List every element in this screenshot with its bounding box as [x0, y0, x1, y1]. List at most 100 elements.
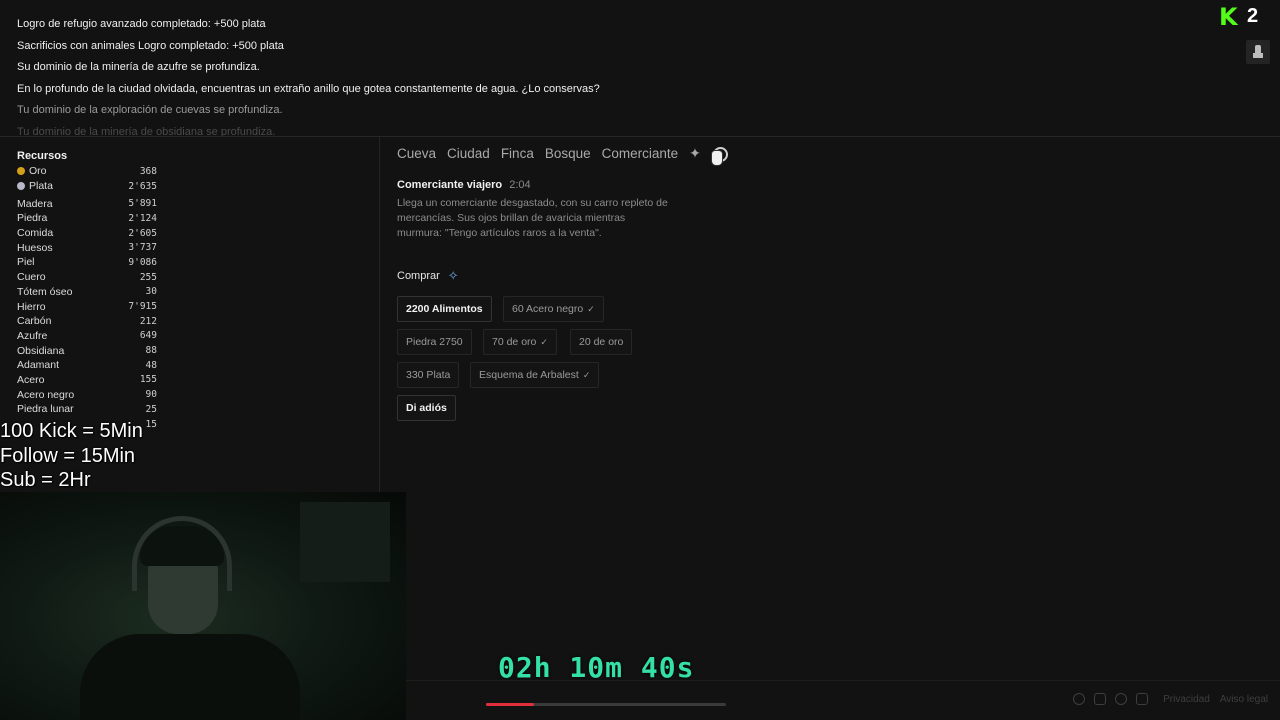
resource-row: Piedra lunar 25: [17, 402, 157, 417]
log-line: Su dominio de la minería de azufre se pr…: [17, 61, 260, 74]
log-line: Logro de refugio avanzado completado: +5…: [17, 18, 266, 30]
resources-panel: Recursos Oro 368 Plata 2'635 Madera 5'891 Pie…: [17, 148, 157, 431]
timer-progress-bar: [486, 703, 726, 706]
privacy-link[interactable]: Privacidad: [1163, 694, 1210, 705]
tab-bosque[interactable]: Bosque: [545, 146, 591, 161]
resource-value: 9'086: [128, 256, 157, 268]
currency-row: Oro 368: [17, 164, 157, 179]
overlay-line: Follow = 15Min: [0, 444, 136, 467]
resource-value: 30: [145, 286, 157, 298]
resource-row: Huesos 3'737: [17, 240, 157, 255]
resource-row: Hierro 7'915: [17, 299, 157, 314]
buy-food-button[interactable]: 2200 Alimentos: [397, 296, 492, 322]
currency-list: Oro 368 Plata 2'635: [17, 164, 157, 193]
resource-value: 25: [145, 403, 157, 415]
resource-row: Madera 5'891: [17, 196, 157, 211]
tab-comerciante[interactable]: Comerciante: [602, 146, 679, 161]
currency-value: 368: [139, 165, 157, 177]
buy-20-gold-button[interactable]: 20 de oro: [570, 329, 633, 355]
resource-name: Comida: [17, 227, 54, 240]
currency-name: Plata: [29, 180, 53, 193]
resource-name: Adamant: [17, 359, 60, 372]
log-line: Sacrificios con animales Logro completad…: [17, 39, 284, 52]
resource-row: Acero negro 90: [17, 387, 157, 402]
merchant-header: Comerciante viajero 2:04: [397, 179, 531, 191]
resource-name: Obsidiana: [17, 344, 65, 357]
resource-row: Piedra 2'124: [17, 211, 157, 226]
coin-icon: [17, 167, 25, 176]
resource-name: Madera: [17, 197, 53, 210]
resource-row: Comida 2'605: [17, 226, 157, 241]
merchant-timer: 2:04: [509, 179, 531, 191]
event-log: Logro de refugio avanzado completado: +5…: [17, 14, 1197, 136]
resource-name: Carbón: [17, 315, 52, 328]
resource-value: 88: [145, 345, 157, 357]
resource-name: Huesos: [17, 241, 53, 254]
instagram-icon[interactable]: [1094, 693, 1107, 705]
resource-value: 90: [145, 389, 157, 401]
mail-icon[interactable]: [1136, 693, 1149, 705]
check-icon: ✓: [587, 304, 595, 314]
resource-row: Obsidiana 88: [17, 343, 157, 358]
kick-count: 2: [1247, 5, 1259, 27]
overlay-line: 100 Kick = 5Min: [0, 420, 143, 442]
column-divider: [379, 137, 380, 497]
resource-value: 5'891: [128, 198, 157, 210]
resource-value: 255: [139, 271, 157, 283]
resource-list: Madera 5'891 Piedra 2'124 Comida 2'605 Huesos 3…: [17, 196, 157, 431]
currency-row: Plata 2'635: [17, 179, 157, 194]
buy-label: Comprar: [397, 270, 440, 282]
buy-silver-button[interactable]: 330 Plata: [397, 362, 460, 388]
hand-cursor-icon: [712, 151, 722, 165]
resource-row: Tótem óseo 30: [17, 285, 157, 300]
resource-name: Piel: [17, 256, 35, 269]
lamp-icon[interactable]: [1246, 40, 1270, 64]
currency-value: 2'635: [128, 180, 157, 192]
discord-icon[interactable]: [1115, 693, 1128, 705]
resource-row: Carbón 212: [17, 314, 157, 329]
log-divider: [0, 136, 1280, 137]
resource-value: 2'605: [128, 227, 157, 239]
log-line: Tu dominio de la minería de obsidiana se…: [17, 125, 276, 136]
resource-name: Acero: [17, 373, 45, 386]
buy-black-steel-button[interactable]: 60 Acero negro ✓: [503, 296, 604, 322]
resource-row: Cuero 255: [17, 270, 157, 285]
resource-name: Tótem óseo: [17, 285, 73, 298]
kick-logo-icon: K: [1219, 3, 1238, 31]
resource-name: Azufre: [17, 329, 48, 342]
check-icon: ✓: [582, 370, 591, 380]
footer: Privacidad Aviso legal: [1073, 693, 1272, 705]
resource-value: 3'737: [128, 242, 157, 254]
resource-row: Adamant 48: [17, 358, 157, 373]
resource-value: 649: [139, 330, 157, 342]
plus-icon[interactable]: ✦: [689, 145, 701, 162]
resource-name: Piedra lunar: [17, 403, 74, 416]
currency-name: Oro: [29, 165, 47, 178]
resource-value: 7'915: [128, 301, 157, 313]
reddit-icon[interactable]: [1073, 693, 1086, 705]
legal-notice-link[interactable]: Aviso legal: [1220, 694, 1268, 705]
merchant-description: Llega un comerciante desgastado, con su …: [397, 197, 668, 239]
resource-value: 155: [139, 374, 157, 386]
tab-cueva[interactable]: Cueva: [397, 146, 436, 161]
sparkle-icon: ✧: [447, 268, 459, 283]
coin-icon: [17, 182, 25, 191]
tab-finca[interactable]: Finca: [501, 146, 534, 161]
check-icon: ✓: [540, 337, 548, 347]
merchant-title: Comerciante viajero: [397, 179, 503, 191]
buy-70-gold-button[interactable]: 70 de oro ✓: [483, 329, 557, 355]
webcam-feed: [0, 492, 406, 720]
say-goodbye-button[interactable]: Di adiós: [397, 395, 456, 421]
log-line: Tu dominio de la exploración de cuevas s…: [17, 104, 283, 117]
overlay-line: Sub = 2Hr: [0, 469, 91, 492]
resource-name: Hierro: [17, 300, 46, 313]
resource-value: 15: [145, 418, 157, 430]
resource-value: 212: [139, 315, 157, 327]
buy-arbalest-scheme-button[interactable]: Esquema de Arbalest ✓: [470, 362, 600, 388]
buy-stone-button[interactable]: Piedra 2750: [397, 329, 472, 355]
resource-name: Acero negro: [17, 388, 75, 401]
buy-section-header: Comprar ✧: [397, 268, 459, 284]
resource-name: Cuero: [17, 271, 46, 284]
resource-value: 48: [145, 359, 157, 371]
tab-ciudad[interactable]: Ciudad: [447, 146, 490, 161]
